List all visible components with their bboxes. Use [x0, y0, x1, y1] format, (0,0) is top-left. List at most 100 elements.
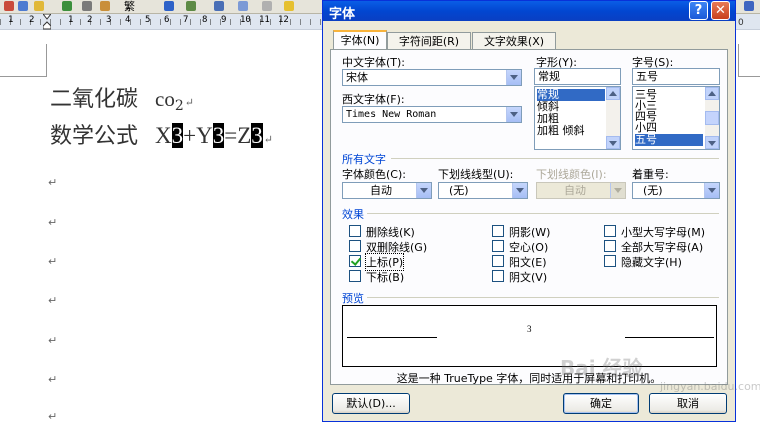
chevron-down-icon[interactable]	[506, 107, 521, 122]
tab-character-spacing[interactable]: 字符间距(R)	[387, 32, 471, 50]
font-dialog: 字体 ? ✕ 字体(N) 字符间距(R) 文字效果(X) 中文字体(T): 字形…	[322, 0, 736, 422]
engrave-checkbox[interactable]	[492, 270, 504, 282]
shadow-checkbox[interactable]	[492, 225, 504, 237]
save-icon[interactable]	[4, 1, 14, 11]
chevron-down-icon	[610, 183, 625, 198]
ok-button[interactable]: 确定	[563, 393, 639, 414]
columns-icon[interactable]	[238, 1, 248, 11]
cancel-button[interactable]: 取消	[649, 393, 727, 414]
selected-digit[interactable]: 3	[212, 123, 225, 148]
strikethrough-checkbox[interactable]	[349, 225, 361, 237]
help-button[interactable]: ?	[689, 1, 708, 20]
paragraph-mark: ↵	[48, 294, 58, 307]
style-scrollbar[interactable]	[606, 87, 620, 149]
document-line-2[interactable]: 数学公式 X3+Y3=Z3↵	[50, 121, 273, 151]
superscript-checkbox[interactable]	[349, 255, 361, 267]
font-size-input[interactable]: 五号	[632, 68, 720, 85]
ruler-number: 0	[738, 18, 744, 28]
subscript-label[interactable]: 下标(B)	[366, 269, 404, 285]
preview-baseline-left	[347, 337, 437, 338]
font-style-input[interactable]: 常规	[534, 68, 621, 85]
subscript-text: 2	[174, 98, 184, 114]
line-text: 数学公式	[50, 124, 139, 149]
outline-label[interactable]: 空心(O)	[509, 239, 548, 255]
chevron-down-icon[interactable]	[512, 183, 527, 198]
ruler-number: 8	[202, 15, 208, 25]
chevron-down-icon[interactable]	[506, 70, 521, 85]
font-size-list[interactable]: 三号 小三 四号 小四 五号	[632, 86, 720, 150]
emphasis-combo[interactable]: (无)	[632, 182, 720, 199]
scroll-down-icon[interactable]	[705, 136, 719, 149]
undo-icon[interactable]	[186, 1, 196, 11]
ruler-number: 9	[221, 15, 227, 25]
paragraph-mark: ↵	[48, 176, 58, 189]
western-font-combo[interactable]: Times New Roman	[342, 106, 522, 123]
tab-text-effects[interactable]: 文字效果(X)	[472, 32, 556, 50]
paste-icon[interactable]	[100, 1, 110, 11]
style-box[interactable]: 繁	[124, 0, 135, 13]
scroll-up-icon[interactable]	[606, 87, 620, 100]
table-icon[interactable]	[214, 1, 224, 11]
strikethrough-label[interactable]: 删除线(K)	[366, 224, 415, 240]
ruler-number: 1	[8, 15, 14, 25]
font-style-list[interactable]: 常规 倾斜 加粗 加粗 倾斜	[534, 86, 621, 150]
scroll-thumb[interactable]	[705, 111, 719, 125]
ruler-number: 12	[278, 15, 289, 25]
watermark-text: Bai 经验	[560, 356, 643, 380]
chevron-down-icon[interactable]	[704, 183, 719, 198]
underline-style-label: 下划线线型(U):	[438, 168, 514, 181]
toolbar-right-icon[interactable]	[744, 1, 754, 11]
selected-digit[interactable]: 3	[171, 123, 184, 148]
superscript-label[interactable]: 上标(P)	[364, 253, 405, 271]
ruler-number: 6	[164, 15, 170, 25]
selected-digit[interactable]: 3	[251, 123, 263, 148]
formula-text: =Z	[224, 123, 252, 148]
divider	[391, 158, 719, 159]
document-line-1[interactable]: 二氧化碳 co2↵	[50, 84, 194, 114]
list-item[interactable]: 加粗 倾斜	[537, 125, 585, 137]
double-strikethrough-checkbox[interactable]	[349, 240, 361, 252]
engrave-label[interactable]: 阴文(V)	[509, 269, 547, 285]
scroll-up-icon[interactable]	[705, 87, 719, 100]
underline-style-combo[interactable]: (无)	[438, 182, 528, 199]
hidden-checkbox[interactable]	[604, 255, 616, 267]
highlight-icon[interactable]	[284, 1, 294, 11]
western-font-value: Times New Roman	[346, 109, 437, 120]
small-caps-checkbox[interactable]	[604, 225, 616, 237]
print-icon[interactable]	[34, 1, 44, 11]
spelling-icon[interactable]	[62, 1, 72, 11]
chevron-down-icon[interactable]	[416, 183, 431, 198]
emphasis-label: 着重号:	[632, 168, 669, 181]
open-icon[interactable]	[18, 1, 28, 11]
indent-marker-icon[interactable]	[43, 14, 51, 30]
chinese-font-label: 中文字体(T):	[342, 56, 406, 69]
font-color-combo[interactable]: 自动	[342, 182, 432, 199]
subscript-checkbox[interactable]	[349, 270, 361, 282]
scroll-down-icon[interactable]	[606, 136, 620, 149]
chinese-font-value: 宋体	[346, 71, 368, 84]
drawing-icon[interactable]	[262, 1, 272, 11]
size-scrollbar[interactable]	[705, 87, 719, 149]
list-item[interactable]: 五号	[635, 134, 703, 146]
divider	[367, 297, 719, 298]
shadow-label[interactable]: 阴影(W)	[509, 224, 550, 240]
hidden-label[interactable]: 隐藏文字(H)	[621, 254, 682, 270]
emboss-checkbox[interactable]	[492, 255, 504, 267]
small-caps-label[interactable]: 小型大写字母(M)	[621, 224, 705, 240]
ruler-number: 2	[29, 15, 35, 25]
cut-icon[interactable]	[82, 1, 92, 11]
outline-checkbox[interactable]	[492, 240, 504, 252]
close-button[interactable]: ✕	[711, 1, 730, 20]
format-painter-icon[interactable]	[164, 1, 174, 11]
double-strikethrough-label[interactable]: 双删除线(G)	[366, 239, 427, 255]
emboss-label[interactable]: 阳文(E)	[509, 254, 547, 270]
page-margin-corner	[738, 44, 760, 77]
chinese-font-combo[interactable]: 宋体	[342, 69, 522, 86]
dialog-titlebar[interactable]: 字体 ? ✕	[323, 1, 735, 22]
preview-heading: 预览	[342, 292, 364, 305]
all-text-heading: 所有文字	[342, 153, 386, 166]
all-caps-label[interactable]: 全部大写字母(A)	[621, 239, 703, 255]
default-button[interactable]: 默认(D)...	[332, 393, 410, 414]
paragraph-mark: ↵	[263, 133, 273, 146]
all-caps-checkbox[interactable]	[604, 240, 616, 252]
